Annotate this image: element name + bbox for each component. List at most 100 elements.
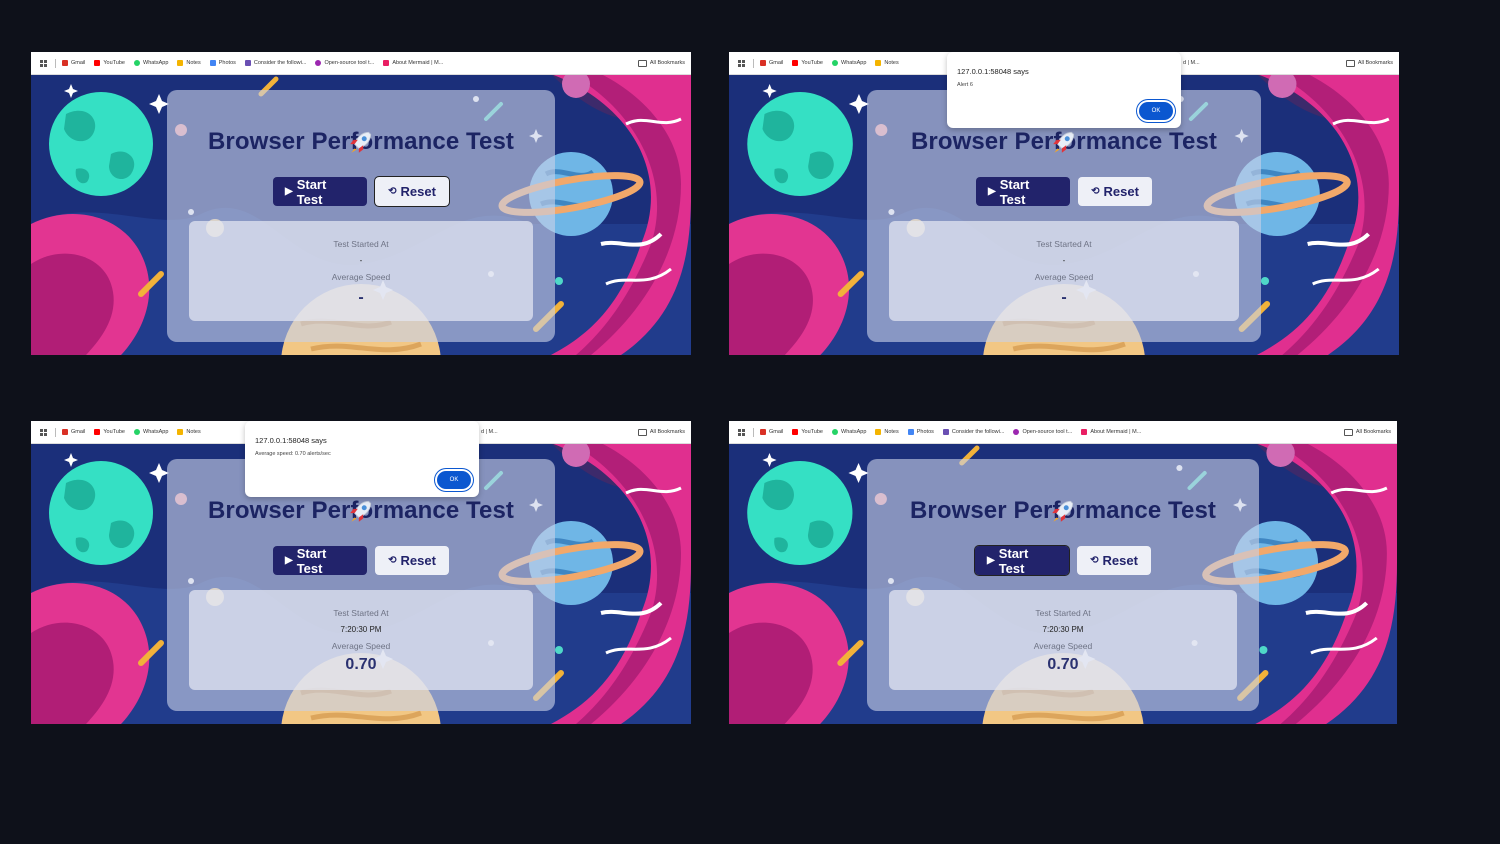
notes-icon — [177, 60, 184, 66]
bookmark-youtube[interactable]: YouTube — [94, 429, 125, 435]
reset-button[interactable]: ⟲ Reset — [375, 546, 449, 575]
bookmark-gmail[interactable]: Gmail — [62, 60, 85, 66]
bookmark-label: d | M... — [1183, 60, 1200, 66]
bookmark-gmail[interactable]: Gmail — [760, 60, 783, 66]
whatsapp-icon — [832, 429, 838, 435]
play-icon: ▶ — [285, 555, 293, 566]
mermaid-icon — [383, 60, 390, 66]
dialog-ok-button[interactable]: OK — [1139, 102, 1173, 120]
bookmark-photos[interactable]: Photos — [209, 60, 236, 66]
bookmark-label: Photos — [916, 429, 934, 435]
apps-grid-icon[interactable] — [738, 59, 745, 67]
dialog-title: 127.0.0.1:58048 says — [957, 67, 1029, 76]
apps-grid-icon[interactable] — [40, 59, 47, 67]
space-background: Browser Performance Test ▶ Start Test ⟲ Re… — [31, 74, 691, 355]
started-label: Test Started At — [1036, 239, 1092, 249]
reset-button[interactable]: ⟲ Reset — [1077, 546, 1151, 575]
bookmark-youtube[interactable]: YouTube — [792, 429, 823, 435]
start-test-label: Start Test — [296, 176, 327, 207]
reset-icon: ⟲ — [388, 186, 397, 197]
all-bookmarks[interactable]: All Bookmarks — [1345, 59, 1393, 67]
bookmark-label: d | M... — [481, 429, 498, 435]
youtube-icon — [94, 60, 101, 66]
notes-icon — [875, 60, 882, 66]
title-row: Browser Performance Test — [167, 128, 555, 156]
all-bookmarks[interactable]: All Bookmarks — [637, 428, 685, 436]
all-bookmarks-label: All Bookmarks — [1357, 60, 1393, 66]
mermaid-icon — [1081, 429, 1088, 435]
apps-grid-icon[interactable] — [40, 428, 47, 436]
folder-icon — [637, 428, 647, 436]
title-row: Browser Performance Test — [167, 497, 555, 525]
gmail-icon — [62, 60, 68, 66]
all-bookmarks[interactable]: All Bookmarks — [637, 59, 685, 67]
speed-value: - — [358, 289, 364, 306]
bookmark-notes[interactable]: Notes — [875, 60, 899, 66]
bookmark-photos[interactable]: Photos — [907, 429, 934, 435]
reset-icon: ⟲ — [1090, 555, 1099, 566]
dialog-title: 127.0.0.1:58048 says — [255, 436, 327, 445]
start-test-button[interactable]: ▶ Start Test — [976, 177, 1070, 207]
title-row: Browser Performance Test — [867, 497, 1259, 525]
app-card: Browser Performance Test ▶ Start Test ⟲ Re… — [167, 90, 555, 342]
bookmark-consider[interactable]: Consider the followi... — [942, 429, 1004, 435]
bookmark-notes[interactable]: Notes — [875, 429, 899, 435]
gmail-icon — [760, 429, 766, 435]
all-bookmarks[interactable]: All Bookmarks — [1343, 428, 1391, 436]
reset-label: Reset — [400, 553, 436, 568]
started-label: Test Started At — [333, 239, 389, 249]
rocket-icon — [167, 128, 555, 156]
apps-grid-icon[interactable] — [738, 428, 745, 436]
bookmark-mermaid[interactable]: About Mermaid | M... — [383, 60, 443, 66]
bookmark-notes[interactable]: Notes — [177, 429, 201, 435]
bookmark-mermaid-truncated[interactable]: d | M... — [1183, 60, 1200, 66]
bookmark-youtube[interactable]: YouTube — [94, 60, 125, 66]
bookmark-label: YouTube — [103, 60, 125, 66]
folder-icon — [1343, 428, 1353, 436]
bookmark-label: WhatsApp — [841, 60, 867, 66]
reset-label: Reset — [1102, 553, 1138, 568]
bookmark-label: Notes — [186, 429, 201, 435]
start-test-button[interactable]: ▶ Start Test — [974, 545, 1070, 576]
reset-button[interactable]: ⟲ Reset — [374, 176, 450, 207]
bookmark-label: Open-source tool t... — [1022, 429, 1073, 435]
bookmark-whatsapp[interactable]: WhatsApp — [832, 429, 866, 435]
reset-button[interactable]: ⟲ Reset — [1078, 177, 1152, 206]
bookmark-whatsapp[interactable]: WhatsApp — [832, 60, 866, 66]
bookmark-mermaid[interactable]: About Mermaid | M... — [1081, 429, 1141, 435]
gmail-icon — [760, 60, 766, 66]
start-test-label: Start Test — [998, 545, 1029, 576]
notes-icon — [875, 429, 882, 435]
alert-dialog: 127.0.0.1:58048 says Average speed: 0.70… — [245, 421, 479, 497]
play-icon: ▶ — [988, 186, 996, 197]
all-bookmarks-label: All Bookmarks — [649, 429, 685, 435]
bookmark-opensource[interactable]: Open-source tool t... — [1013, 429, 1072, 435]
bookmark-label: Notes — [186, 60, 201, 66]
bookmark-label: YouTube — [103, 429, 125, 435]
bookmarks-bar: Gmail YouTube WhatsApp Notes Photos Cons… — [729, 421, 1397, 444]
youtube-icon — [792, 60, 799, 66]
bookmark-opensource[interactable]: Open-source tool t... — [315, 60, 374, 66]
bookmark-whatsapp[interactable]: WhatsApp — [134, 60, 168, 66]
start-test-button[interactable]: ▶ Start Test — [273, 546, 367, 576]
speed-label: Average Speed — [1033, 641, 1093, 651]
button-row: ▶ Start Test ⟲ Reset — [167, 176, 555, 207]
bookmark-label: About Mermaid | M... — [392, 60, 444, 66]
bookmark-notes[interactable]: Notes — [177, 60, 201, 66]
all-bookmarks-label: All Bookmarks — [649, 60, 685, 66]
bookmark-gmail[interactable]: Gmail — [760, 429, 783, 435]
youtube-icon — [792, 429, 799, 435]
bookmarks-separator — [753, 427, 754, 437]
bookmark-consider[interactable]: Consider the followi... — [244, 60, 306, 66]
bookmarks-separator — [55, 427, 56, 437]
bookmark-label: Notes — [884, 429, 899, 435]
dialog-ok-button[interactable]: OK — [437, 471, 471, 489]
bookmark-youtube[interactable]: YouTube — [792, 60, 823, 66]
speed-label: Average Speed — [331, 641, 391, 651]
bookmark-gmail[interactable]: Gmail — [62, 429, 85, 435]
speed-label: Average Speed — [1034, 272, 1094, 282]
bookmark-mermaid-truncated[interactable]: d | M... — [481, 429, 498, 435]
photos-icon — [209, 60, 216, 66]
start-test-button[interactable]: ▶ Start Test — [273, 176, 367, 207]
bookmark-whatsapp[interactable]: WhatsApp — [134, 429, 168, 435]
